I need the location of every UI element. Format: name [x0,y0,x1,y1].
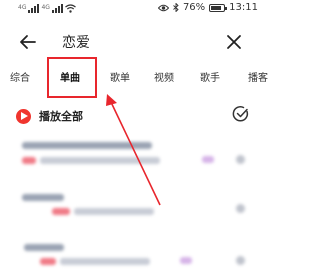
song-subtitle-placeholder [40,157,160,164]
network-type-label: 4G [18,4,27,11]
eye-icon [157,4,169,11]
arrow-left-icon[interactable] [16,30,40,54]
status-bar: 4G 4G 76% 13:11 [0,0,270,20]
song-badge [52,208,70,215]
signal-icon-2 [51,3,63,13]
tab-highlight-box [47,57,97,98]
tab-podcasts[interactable]: 播客 [248,69,268,84]
song-title-placeholder [22,194,64,201]
more-icon[interactable] [236,256,245,265]
bluetooth-icon [173,3,179,12]
song-title-placeholder [22,142,152,149]
network-indicators: 4G 4G [18,3,76,13]
song-row[interactable] [0,238,270,278]
tab-videos[interactable]: 视频 [154,69,174,84]
checkmark-circle-icon[interactable] [232,105,250,123]
tab-playlists[interactable]: 歌单 [110,69,130,84]
search-header: 恋爱 [0,24,270,60]
status-right: 76% 13:11 [157,2,258,13]
network-type-label-2: 4G [41,4,50,11]
search-query[interactable]: 恋爱 [62,32,90,52]
tab-comprehensive[interactable]: 综合 [10,69,30,84]
song-badge [22,157,36,164]
close-icon[interactable] [222,30,246,54]
signal-icon [28,3,40,13]
play-circle-icon [16,108,31,124]
song-row[interactable] [0,190,270,230]
more-icon[interactable] [236,155,245,164]
result-tabs: 综合 单曲 歌单 视频 歌手 播客 [0,66,270,88]
song-badge [40,258,56,265]
play-all-label: 播放全部 [39,110,83,123]
tab-artists[interactable]: 歌手 [200,69,220,84]
battery-percent: 76% [182,2,206,13]
song-title-placeholder [24,244,64,251]
play-all-button[interactable]: 播放全部 [16,106,83,126]
more-icon[interactable] [236,204,245,213]
song-row[interactable] [0,138,270,178]
song-tag [180,257,192,264]
song-subtitle-placeholder [60,258,150,265]
clock: 13:11 [229,2,258,13]
song-subtitle-placeholder [74,208,154,215]
battery-icon [209,3,228,12]
song-tag [202,156,214,163]
wifi-icon [65,3,76,13]
